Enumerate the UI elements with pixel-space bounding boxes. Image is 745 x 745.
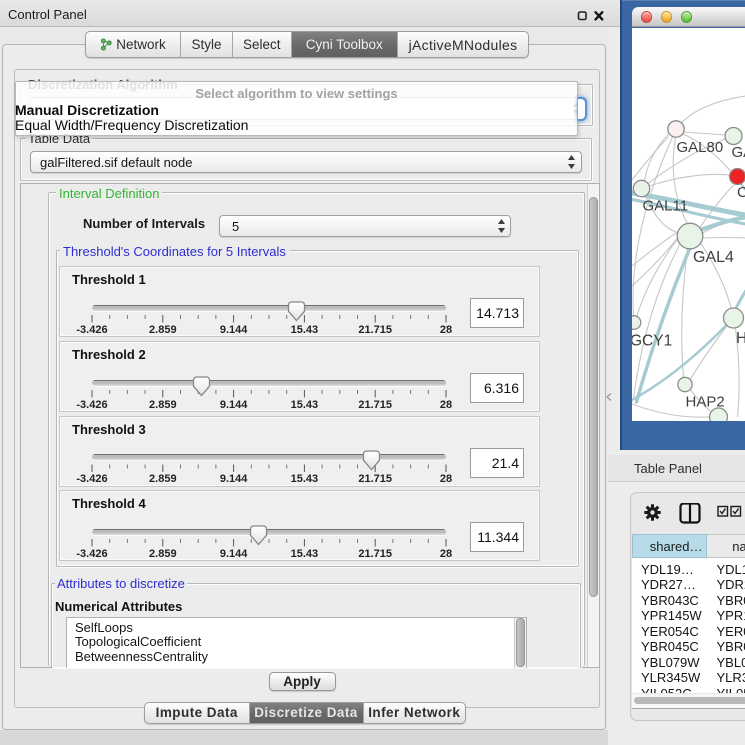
svg-text:HA: HA [736,330,745,347]
svg-text:GA: GA [731,144,745,161]
svg-text:GAL4: GAL4 [693,249,734,266]
svg-text:C: C [737,184,745,201]
svg-text:GAL11: GAL11 [642,198,688,215]
svg-text:GAL80: GAL80 [676,139,723,156]
svg-text:GCY1: GCY1 [632,333,672,350]
svg-text:HAP2: HAP2 [685,394,724,411]
